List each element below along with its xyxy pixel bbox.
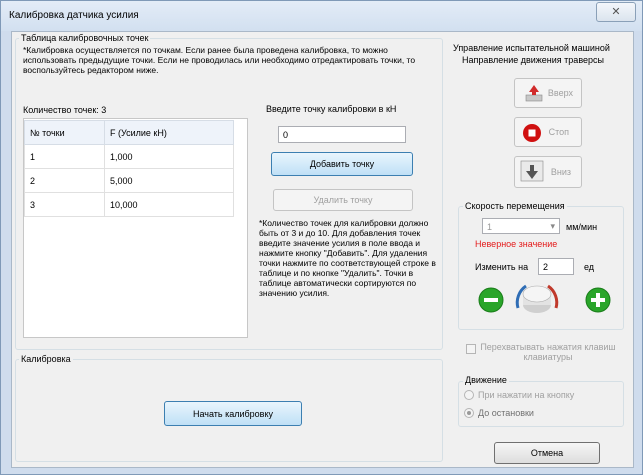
title-bar: Калибровка датчика усилия ✕ <box>1 1 642 31</box>
down-button-label: Вниз <box>550 167 571 177</box>
delete-point-button[interactable]: Удалить точку <box>273 189 413 211</box>
start-calibration-button[interactable]: Начать калибровку <box>164 401 302 426</box>
calibration-group-title: Калибровка <box>19 354 73 364</box>
plus-icon[interactable] <box>585 287 611 313</box>
dialog-client: Таблица калибровочных точек *Калибровка … <box>11 31 634 468</box>
point-value-input[interactable]: 0 <box>278 126 406 143</box>
speed-unit: мм/мин <box>566 222 598 232</box>
radio-on-press[interactable] <box>464 390 474 400</box>
intercept-keys-checkbox[interactable] <box>466 344 476 354</box>
table-cell: 3 <box>24 192 105 217</box>
points-help-text: *Количество точек для калибровки должно … <box>259 218 436 298</box>
minus-icon[interactable] <box>478 287 504 313</box>
speed-value: 1 <box>487 222 493 232</box>
calib-table-group-title: Таблица калибровочных точек <box>19 33 151 43</box>
speed-knob-icon[interactable] <box>512 278 562 320</box>
change-unit: ед <box>584 262 595 272</box>
calib-note: *Калибровка осуществляется по точкам. Ес… <box>23 45 416 75</box>
stop-button-label: Стоп <box>548 127 569 137</box>
table-cell: 1 <box>24 144 105 169</box>
radio-dot <box>467 411 471 415</box>
add-point-button[interactable]: Добавить точку <box>271 152 413 176</box>
point-input-label: Введите точку калибровки в кН <box>266 104 397 114</box>
movement-group <box>458 381 624 427</box>
up-button-label: Вверх <box>547 88 573 98</box>
speed-group-title: Скорость перемещения <box>463 201 567 211</box>
table-cell: 1,000 <box>104 144 234 169</box>
radio-on-press-label: При нажатии на кнопку <box>478 390 575 400</box>
points-count-label: Количество точек: 3 <box>23 105 107 115</box>
stop-icon <box>523 124 541 142</box>
points-table[interactable]: № точки F (Усилие кН) 1 1,000 2 5,000 3 … <box>24 120 234 217</box>
intercept-keys-label: Перехватывать нажатия клавиш клавиатуры <box>480 342 616 362</box>
change-value-input[interactable]: 2 <box>538 258 574 275</box>
table-cell: 2 <box>24 168 105 193</box>
dialog-window: Калибровка датчика усилия ✕ Таблица кали… <box>0 0 643 475</box>
machine-control-title: Управление испытательной машиной <box>453 43 610 53</box>
direction-label: Направление движения траверсы <box>462 55 604 65</box>
column-header-number[interactable]: № точки <box>24 120 105 145</box>
column-header-force[interactable]: F (Усилие кН) <box>104 120 234 145</box>
speed-error-text: Неверное значение <box>475 239 558 249</box>
table-cell: 10,000 <box>104 192 234 217</box>
arrow-up-icon <box>525 85 543 102</box>
table-cell: 5,000 <box>104 168 234 193</box>
close-button[interactable]: ✕ <box>596 2 636 22</box>
chevron-down-icon: ▾ <box>550 221 555 231</box>
table-header-row: № точки F (Усилие кН) <box>24 120 234 145</box>
table-row[interactable]: 1 1,000 <box>24 144 234 169</box>
window-title: Калибровка датчика усилия <box>9 10 139 21</box>
arrow-down-icon <box>520 160 544 182</box>
cancel-button[interactable]: Отмена <box>494 442 600 464</box>
movement-group-title: Движение <box>463 375 509 385</box>
change-label: Изменить на <box>475 262 529 272</box>
speed-select[interactable]: 1 ▾ <box>482 218 560 234</box>
radio-until-stop[interactable] <box>464 408 474 418</box>
table-row[interactable]: 2 5,000 <box>24 168 234 193</box>
table-row[interactable]: 3 10,000 <box>24 192 234 217</box>
radio-until-stop-label: До остановки <box>478 408 534 418</box>
